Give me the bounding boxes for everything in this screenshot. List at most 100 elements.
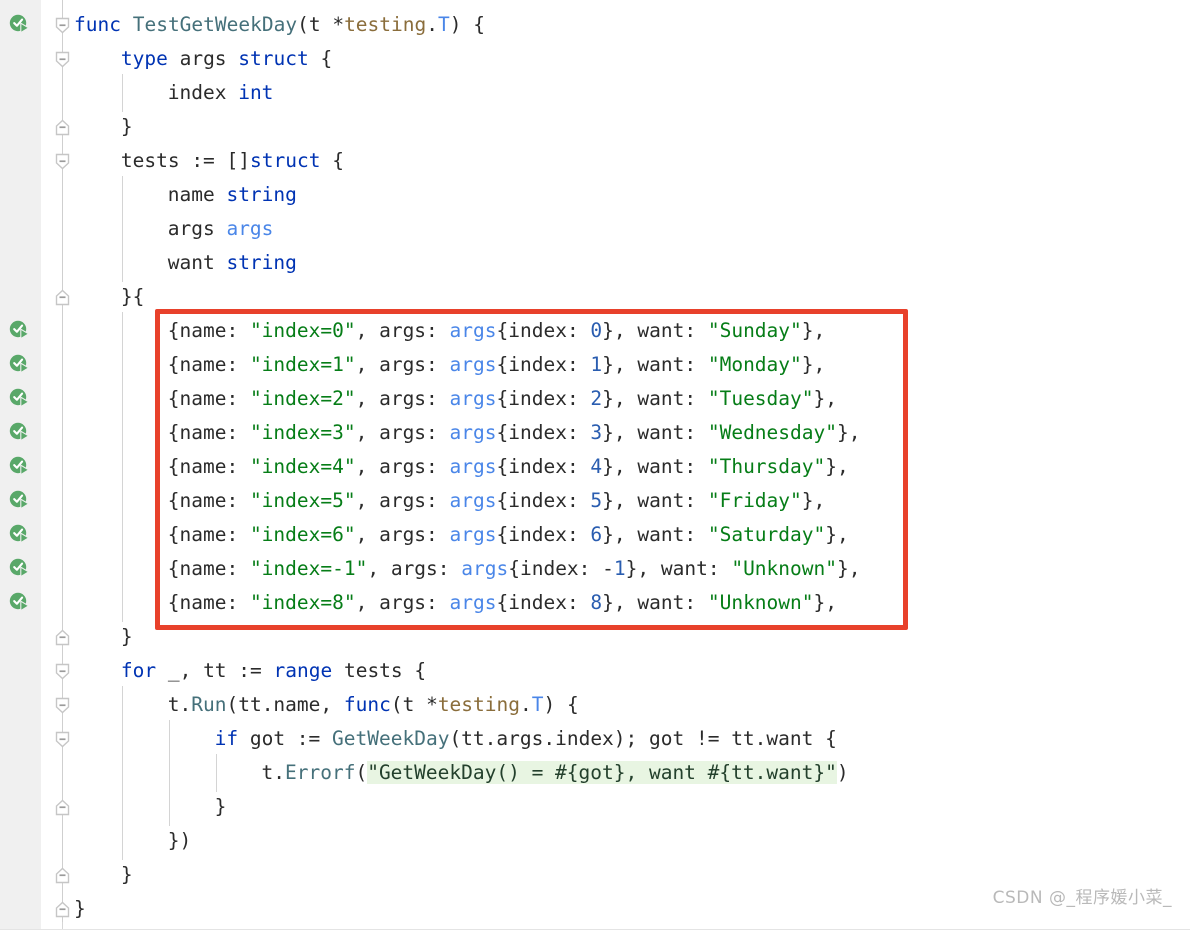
- indent-guide: [215, 754, 217, 792]
- code-line[interactable]: t.Run(tt.name, func(t *testing.T) {: [168, 688, 579, 722]
- code-token: }, want:: [602, 353, 708, 376]
- code-line[interactable]: want string: [168, 246, 297, 280]
- code-token: .: [426, 13, 438, 36]
- code-token: "Tuesday": [707, 387, 814, 410]
- code-line[interactable]: {name: "index=6", args: args{index: 6}, …: [168, 518, 849, 552]
- code-line[interactable]: name string: [168, 178, 297, 212]
- code-token: args: [449, 421, 497, 444]
- code-token: "index=0": [249, 319, 356, 342]
- code-token: , args:: [355, 421, 450, 444]
- code-line[interactable]: tests := []struct {: [121, 144, 344, 178]
- code-line[interactable]: }: [121, 858, 133, 892]
- code-line[interactable]: index int: [168, 76, 274, 110]
- code-token: T: [531, 693, 544, 716]
- code-token: {name:: [167, 387, 250, 410]
- code-line[interactable]: t.Errorf("GetWeekDay() = #{got}, want #{…: [262, 756, 849, 790]
- code-line[interactable]: {name: "index=8", args: args{index: 8}, …: [168, 586, 837, 620]
- fold-end-marker[interactable]: [54, 119, 71, 136]
- code-token: "GetWeekDay() = #{got}, want #{tt.want}": [367, 761, 837, 784]
- code-line[interactable]: }): [168, 824, 191, 858]
- fold-start-marker[interactable]: [54, 731, 71, 748]
- code-token: {index:: [496, 421, 591, 444]
- code-token: for: [120, 659, 157, 682]
- fold-end-marker[interactable]: [54, 799, 71, 816]
- code-token: GetWeekDay: [332, 727, 450, 750]
- code-token: args: [167, 47, 239, 70]
- code-line[interactable]: }: [215, 790, 227, 824]
- code-token: {name:: [167, 421, 250, 444]
- code-token: "Friday": [707, 489, 802, 512]
- code-token: "Saturday": [707, 523, 826, 546]
- code-line[interactable]: }: [121, 110, 133, 144]
- code-token: args: [461, 557, 509, 580]
- code-token: .: [520, 693, 532, 716]
- code-line[interactable]: {name: "index=2", args: args{index: 2}, …: [168, 382, 837, 416]
- code-token: }, want:: [602, 489, 708, 512]
- code-line[interactable]: }{: [121, 280, 144, 314]
- code-token: tests {: [332, 659, 427, 682]
- code-token: struct: [238, 47, 309, 70]
- code-token: struct: [250, 149, 321, 172]
- code-line[interactable]: }: [121, 620, 133, 654]
- code-token: {index:: [496, 353, 591, 376]
- code-token: (t *: [390, 693, 438, 716]
- code-token: string: [226, 183, 297, 206]
- code-token: args: [449, 523, 497, 546]
- code-token: {index:: [496, 455, 591, 478]
- fold-end-marker[interactable]: [54, 901, 71, 918]
- code-token: "index=6": [249, 523, 356, 546]
- code-token: 4: [590, 455, 603, 478]
- code-content[interactable]: func TestGetWeekDay(t *testing.T) {type …: [0, 0, 1190, 930]
- code-token: (t *: [297, 13, 345, 36]
- fold-end-marker[interactable]: [54, 867, 71, 884]
- code-token: args: [167, 217, 227, 240]
- code-line[interactable]: {name: "index=1", args: args{index: 1}, …: [168, 348, 826, 382]
- code-line[interactable]: {name: "index=3", args: args{index: 3}, …: [168, 416, 861, 450]
- fold-start-marker[interactable]: [54, 697, 71, 714]
- code-token: want: [167, 251, 227, 274]
- code-token: args: [449, 353, 497, 376]
- fold-start-marker[interactable]: [54, 663, 71, 680]
- code-line[interactable]: func TestGetWeekDay(t *testing.T) {: [74, 8, 485, 42]
- code-line[interactable]: {name: "index=0", args: args{index: 0}, …: [168, 314, 826, 348]
- code-token: "index=2": [249, 387, 356, 410]
- fold-start-marker[interactable]: [54, 51, 71, 68]
- code-line[interactable]: args args: [168, 212, 274, 246]
- code-token: }, want:: [602, 319, 708, 342]
- code-token: t.: [261, 761, 285, 784]
- code-line[interactable]: {name: "index=4", args: args{index: 4}, …: [168, 450, 849, 484]
- code-line[interactable]: if got := GetWeekDay(tt.args.index); got…: [215, 722, 837, 756]
- code-token: },: [825, 455, 849, 478]
- code-token: "index=-1": [249, 557, 368, 580]
- code-token: args: [449, 489, 497, 512]
- code-token: }, want:: [625, 557, 732, 580]
- code-token: 5: [590, 489, 603, 512]
- code-token: },: [801, 489, 826, 512]
- code-line[interactable]: {name: "index=5", args: args{index: 5}, …: [168, 484, 826, 518]
- indent-guide: [121, 312, 123, 622]
- code-line[interactable]: {name: "index=-1", args: args{index: -1}…: [168, 552, 861, 586]
- fold-start-marker[interactable]: [54, 153, 71, 170]
- csdn-watermark: CSDN @_程序媛小菜_: [992, 888, 1172, 908]
- code-line[interactable]: for _, tt := range tests {: [121, 654, 426, 688]
- code-editor[interactable]: func TestGetWeekDay(t *testing.T) {type …: [0, 0, 1190, 930]
- fold-end-marker[interactable]: [54, 629, 71, 646]
- code-token: (: [355, 761, 368, 784]
- code-token: func: [74, 13, 121, 36]
- code-token: {index:: [496, 319, 591, 342]
- code-token: {index:: [496, 387, 591, 410]
- fold-end-marker[interactable]: [54, 289, 71, 306]
- code-token: 0: [590, 319, 603, 342]
- code-token: , args:: [355, 591, 450, 614]
- fold-start-marker[interactable]: [54, 17, 71, 34]
- code-token: }, want:: [602, 421, 708, 444]
- code-line[interactable]: type args struct {: [121, 42, 332, 76]
- code-token: 1: [590, 353, 603, 376]
- code-token: },: [813, 591, 837, 614]
- code-token: , args:: [355, 523, 450, 546]
- code-token: {: [308, 47, 333, 70]
- code-token: , args:: [355, 353, 450, 376]
- code-token: args: [449, 591, 497, 614]
- code-line[interactable]: }: [74, 892, 86, 926]
